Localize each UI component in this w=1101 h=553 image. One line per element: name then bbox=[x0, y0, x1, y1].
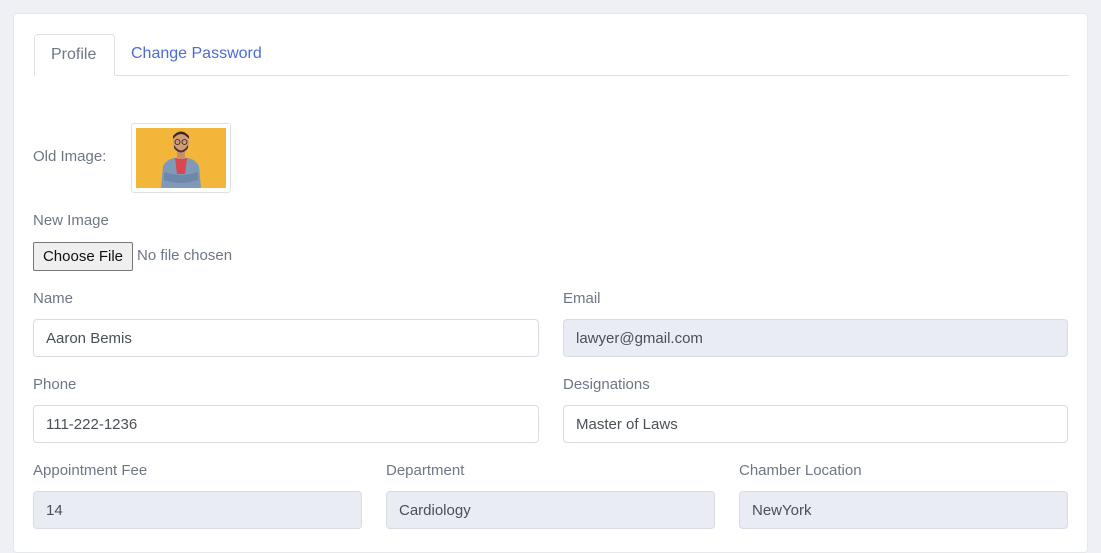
name-input[interactable] bbox=[33, 319, 539, 357]
tab-bar: Profile Change Password bbox=[34, 34, 1069, 76]
phone-input[interactable] bbox=[33, 405, 539, 443]
chamber-location-label: Chamber Location bbox=[739, 462, 862, 479]
email-input[interactable] bbox=[563, 319, 1068, 357]
chamber-location-input[interactable] bbox=[739, 491, 1068, 529]
designations-label: Designations bbox=[563, 376, 650, 393]
department-label: Department bbox=[386, 462, 465, 479]
file-status-text: No file chosen bbox=[137, 247, 233, 264]
name-label: Name bbox=[33, 290, 74, 307]
new-image-label: New Image bbox=[33, 212, 109, 229]
old-image-label: Old Image: bbox=[33, 148, 107, 165]
profile-photo bbox=[136, 128, 226, 188]
designations-input[interactable] bbox=[563, 405, 1068, 443]
profile-card: Profile Change Password Old Image: New I… bbox=[13, 13, 1088, 553]
choose-file-button[interactable]: Choose File bbox=[33, 242, 133, 271]
phone-label: Phone bbox=[33, 376, 77, 393]
appointment-fee-input[interactable] bbox=[33, 491, 362, 529]
email-label: Email bbox=[563, 290, 601, 307]
tab-profile[interactable]: Profile bbox=[34, 34, 115, 76]
tab-change-password[interactable]: Change Password bbox=[115, 34, 278, 75]
appointment-fee-label: Appointment Fee bbox=[33, 462, 148, 479]
department-input[interactable] bbox=[386, 491, 715, 529]
old-profile-image bbox=[131, 123, 231, 193]
